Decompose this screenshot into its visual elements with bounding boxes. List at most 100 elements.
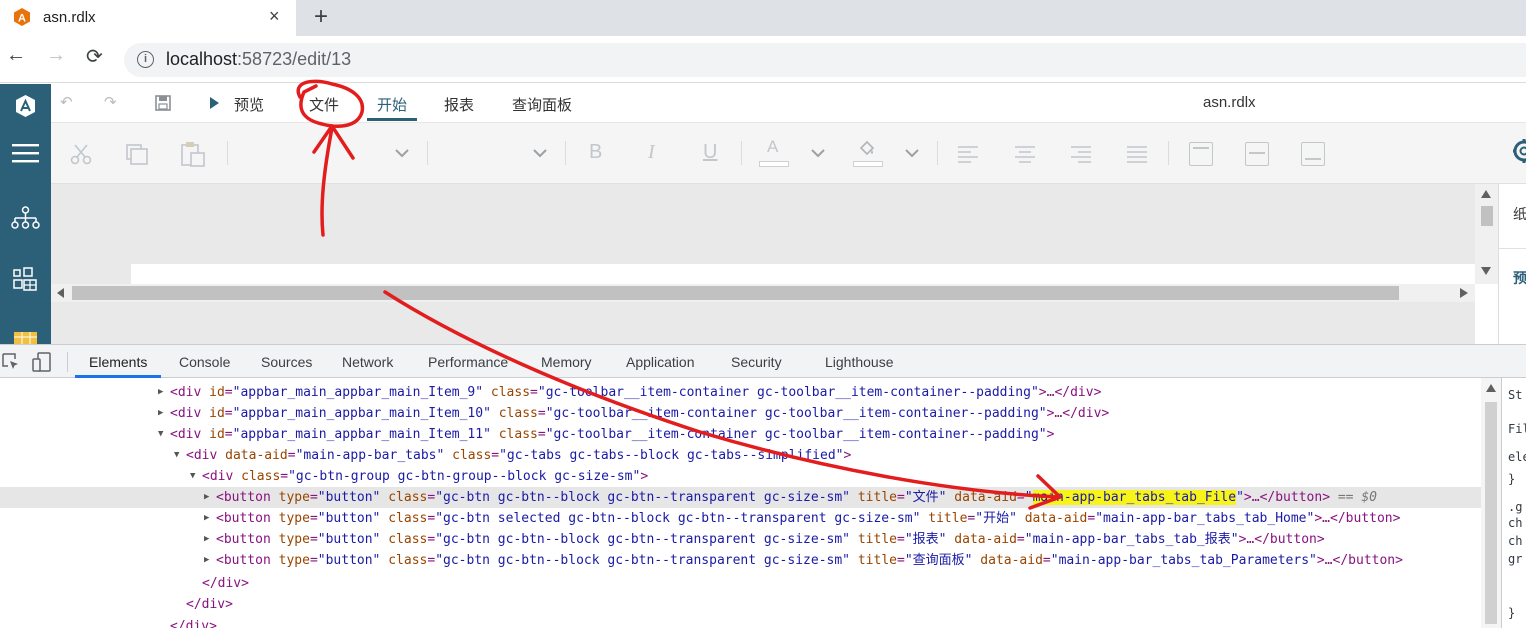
devtools-tab-application[interactable]: Application — [626, 354, 695, 370]
vertical-scrollbar[interactable] — [1475, 184, 1498, 284]
dom-node-markup: <button type="button" class="gc-btn gc-b… — [216, 553, 1403, 568]
vertical-scroll-thumb[interactable] — [1481, 206, 1493, 226]
tab-query-panel[interactable]: 查询面板 — [512, 94, 572, 115]
close-tab-icon[interactable]: × — [269, 6, 280, 27]
ribbon-toolbar: B I U A — [51, 122, 1526, 184]
collapse-arrow-icon[interactable]: ▼ — [158, 424, 163, 445]
align-justify-icon[interactable] — [1126, 145, 1148, 163]
app-logo-icon[interactable] — [0, 94, 51, 118]
dom-node-line[interactable]: ▶ <button type="button" class="gc-btn gc-… — [0, 550, 1481, 571]
styles-pane[interactable]: St Fil ele} .g ch ch gr} — [1501, 378, 1526, 628]
play-icon[interactable] — [209, 97, 219, 109]
tab-report[interactable]: 报表 — [444, 94, 474, 115]
dom-node-markup: <div id="appbar_main_appbar_main_Item_10… — [170, 406, 1110, 421]
forward-button[interactable]: → — [46, 44, 66, 67]
devtools-tab-memory[interactable]: Memory — [541, 354, 592, 370]
selected-dom-node[interactable]: ▶ <button type="button" class="gc-btn gc-… — [0, 487, 1481, 508]
back-button[interactable]: ← — [6, 44, 26, 67]
devtools-tab-sources[interactable]: Sources — [261, 354, 312, 370]
tab-file[interactable]: 文件 — [309, 94, 339, 115]
tab-home[interactable]: 开始 — [377, 94, 407, 115]
gear-icon[interactable] — [1510, 137, 1526, 165]
collapse-arrow-icon[interactable]: ▼ — [174, 445, 179, 466]
dom-node-markup: <div data-aid="main-app-bar_tabs" class=… — [186, 448, 852, 463]
elements-scroll-thumb[interactable] — [1485, 402, 1497, 624]
expand-arrow-icon[interactable]: ▶ — [158, 403, 163, 424]
align-center-icon[interactable] — [1014, 145, 1036, 163]
new-tab-button[interactable]: + — [314, 3, 328, 31]
dom-node-line[interactable]: ▶ <button type="button" class="gc-btn sel… — [0, 508, 1481, 529]
devtools-tab-console[interactable]: Console — [179, 354, 230, 370]
font-color-chevron-down-icon[interactable] — [810, 147, 826, 159]
address-bar[interactable]: i localhost:58723/edit/13 — [124, 43, 1526, 77]
save-icon[interactable] — [155, 95, 171, 111]
fill-color-icon[interactable] — [857, 138, 877, 158]
dom-node-line[interactable]: </div> — [0, 616, 1481, 628]
underline-button[interactable]: U — [703, 141, 717, 164]
preview-button[interactable]: 预览 — [234, 94, 264, 115]
bold-button[interactable]: B — [589, 141, 602, 164]
dom-node-line[interactable]: ▼ <div id="appbar_main_appbar_main_Item_1… — [0, 424, 1481, 445]
dom-node-line[interactable]: ▼ <div data-aid="main-app-bar_tabs" class… — [0, 445, 1481, 466]
italic-button[interactable]: I — [648, 141, 655, 164]
paste-icon[interactable] — [180, 141, 206, 167]
devtools-tab-network[interactable]: Network — [342, 354, 393, 370]
elements-scrollbar[interactable] — [1481, 378, 1501, 628]
menu-icon[interactable] — [0, 142, 51, 164]
scroll-up-icon[interactable] — [1486, 384, 1496, 392]
report-page[interactable] — [131, 264, 1475, 284]
devtools-tab-lighthouse[interactable]: Lighthouse — [825, 354, 894, 370]
vertical-align-top-icon[interactable] — [1189, 142, 1213, 166]
expand-arrow-icon[interactable]: ▶ — [158, 382, 163, 403]
devtools-tab-elements[interactable]: Elements — [89, 354, 147, 370]
collapse-arrow-icon[interactable]: ▼ — [190, 466, 195, 487]
font-color-icon[interactable]: A — [767, 137, 778, 157]
dom-node-line[interactable]: ▶ <div id="appbar_main_appbar_main_Item_9… — [0, 382, 1481, 403]
align-left-icon[interactable] — [957, 145, 979, 163]
font-size-chevron-down-icon[interactable] — [532, 147, 548, 159]
inspect-element-icon[interactable] — [2, 353, 20, 371]
reload-button[interactable]: ⟳ — [86, 44, 103, 69]
scroll-up-icon[interactable] — [1481, 190, 1491, 198]
site-info-icon[interactable]: i — [137, 51, 154, 68]
hierarchy-icon[interactable] — [0, 206, 51, 230]
dom-node-markup: </div> — [202, 576, 249, 591]
fill-color-chevron-down-icon[interactable] — [904, 147, 920, 159]
font-family-chevron-down-icon[interactable] — [394, 147, 410, 159]
components-icon[interactable] — [0, 266, 51, 292]
align-right-icon[interactable] — [1070, 145, 1092, 163]
table-icon[interactable] — [0, 330, 51, 344]
side-panel-preview-label[interactable]: 预 — [1513, 268, 1526, 288]
properties-side-panel: 纸 预 — [1498, 184, 1526, 344]
expand-arrow-icon[interactable]: ▶ — [204, 529, 209, 550]
browser-tab[interactable]: A asn.rdlx × — [0, 0, 296, 36]
horizontal-scrollbar[interactable] — [51, 284, 1475, 302]
devtools-tab-security[interactable]: Security — [731, 354, 782, 370]
scroll-left-icon[interactable] — [57, 288, 65, 298]
vertical-align-bottom-icon[interactable] — [1301, 142, 1325, 166]
vertical-align-middle-icon[interactable] — [1245, 142, 1269, 166]
font-color-swatch — [759, 161, 789, 167]
report-designer-surface[interactable] — [51, 184, 1475, 344]
redo-icon[interactable]: ↷ — [104, 93, 117, 111]
undo-icon[interactable]: ↶ — [60, 93, 73, 111]
dom-node-line[interactable]: ▶ <button type="button" class="gc-btn gc-… — [0, 529, 1481, 550]
devtools-separator — [67, 352, 68, 372]
styles-line: St — [1508, 388, 1523, 402]
dom-node-line[interactable]: ▼ <div class="gc-btn-group gc-btn-group--… — [0, 466, 1481, 487]
scroll-down-icon[interactable] — [1481, 267, 1491, 275]
device-toolbar-icon[interactable] — [32, 352, 52, 372]
dom-node-line[interactable]: </div> — [0, 594, 1481, 615]
copy-icon[interactable] — [125, 143, 149, 165]
elements-tree[interactable]: ▶ <div id="appbar_main_appbar_main_Item_9… — [0, 378, 1481, 628]
devtools-tab-performance[interactable]: Performance — [428, 354, 508, 370]
toolbar-separator — [565, 141, 566, 165]
horizontal-scroll-thumb[interactable] — [72, 286, 1399, 300]
scroll-right-icon[interactable] — [1460, 288, 1468, 298]
expand-arrow-icon[interactable]: ▶ — [204, 487, 209, 508]
cut-icon[interactable] — [70, 143, 92, 165]
expand-arrow-icon[interactable]: ▶ — [204, 508, 209, 529]
expand-arrow-icon[interactable]: ▶ — [204, 550, 209, 571]
dom-node-line[interactable]: ▶ <div id="appbar_main_appbar_main_Item_1… — [0, 403, 1481, 424]
dom-node-line[interactable]: </div> — [0, 573, 1481, 594]
